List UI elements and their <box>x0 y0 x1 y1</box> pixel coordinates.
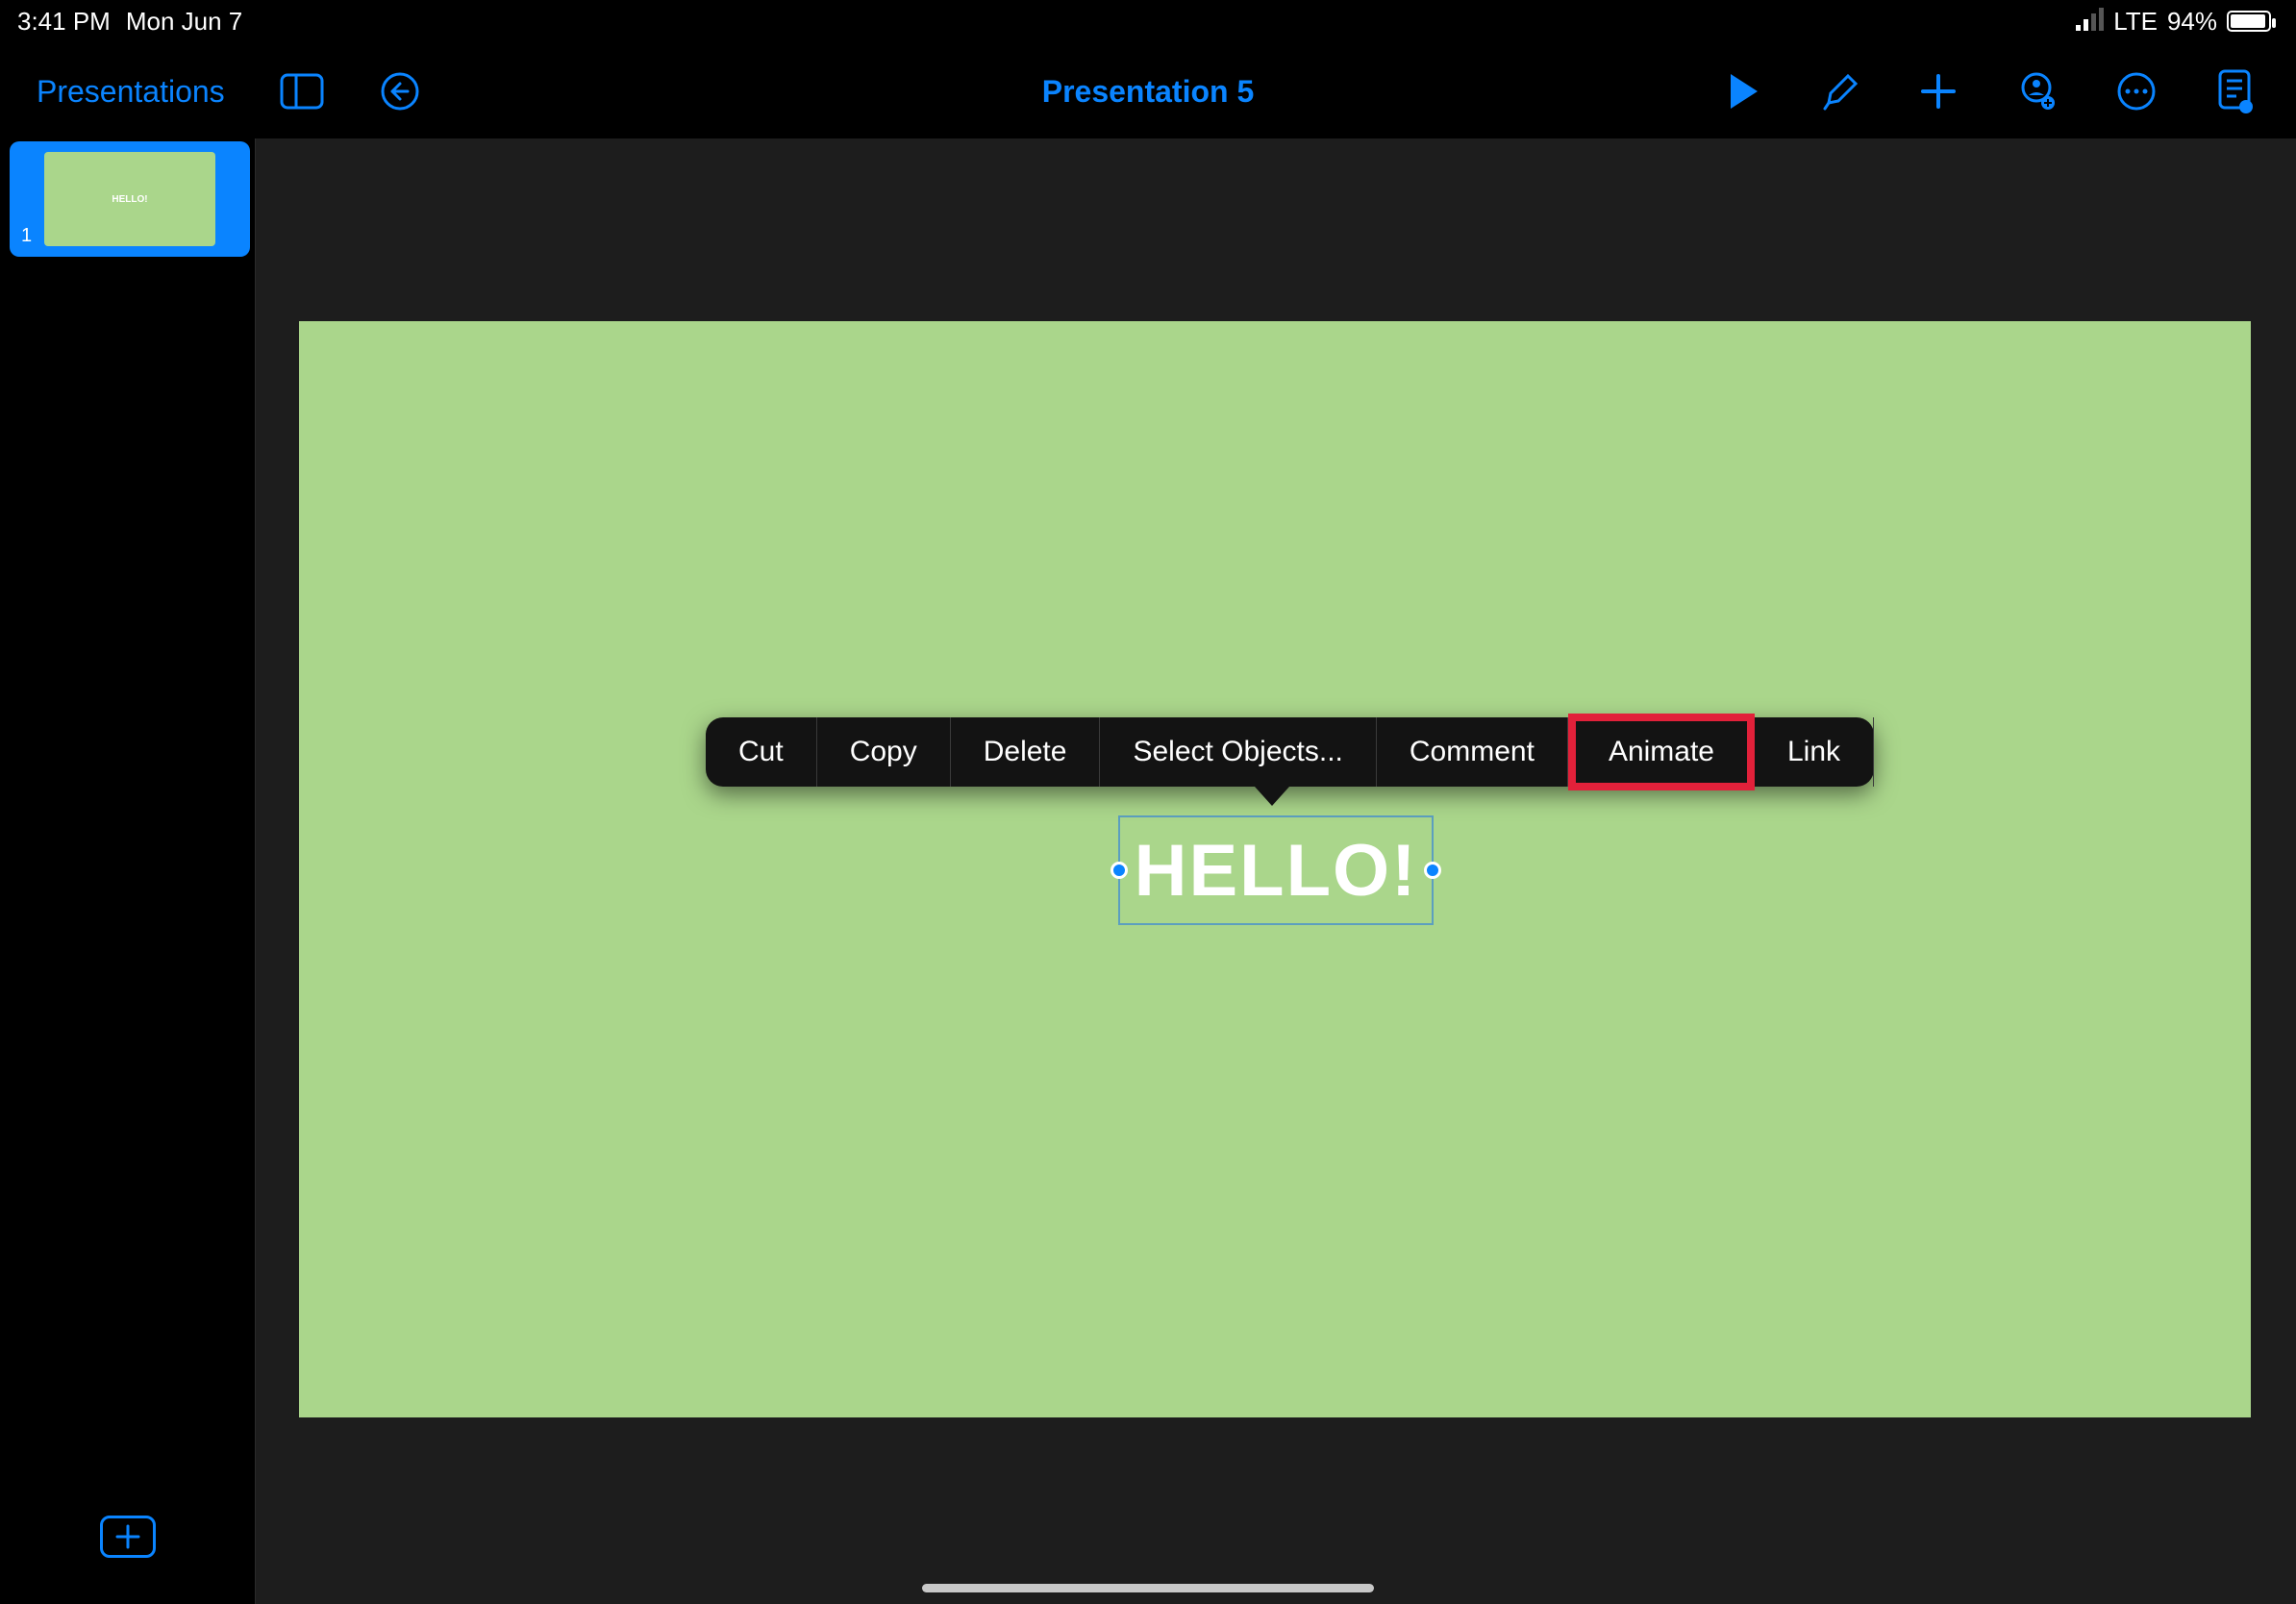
undo-icon[interactable] <box>379 70 421 113</box>
add-icon[interactable] <box>1919 72 1958 111</box>
slide-thumbnail-1[interactable]: 1 HELLO! <box>10 141 250 257</box>
home-indicator[interactable] <box>922 1584 1374 1592</box>
more-icon[interactable] <box>2115 70 2158 113</box>
context-menu: Cut Copy Delete Select Objects... Commen… <box>706 717 1874 787</box>
play-icon[interactable] <box>1727 72 1761 111</box>
context-menu-copy[interactable]: Copy <box>817 717 951 787</box>
battery-percent: 94% <box>2167 7 2217 37</box>
sidebar-toggle-icon[interactable] <box>279 72 325 111</box>
context-menu-cut[interactable]: Cut <box>706 717 817 787</box>
battery-icon <box>2227 11 2271 32</box>
slide-number: 1 <box>21 225 32 247</box>
text-box-content[interactable]: HELLO! <box>1135 829 1418 913</box>
signal-icon <box>2076 12 2104 31</box>
context-menu-link[interactable]: Link <box>1755 717 1874 787</box>
collaborate-icon[interactable] <box>2015 70 2058 113</box>
document-settings-icon[interactable] <box>2215 68 2254 114</box>
format-brush-icon[interactable] <box>1819 70 1861 113</box>
add-slide-button[interactable] <box>100 1516 156 1558</box>
slide-navigator: 1 HELLO! <box>0 138 256 1604</box>
presentations-back-button[interactable]: Presentations <box>37 74 225 110</box>
selected-text-box[interactable]: HELLO! <box>1118 815 1434 925</box>
context-menu-animate[interactable]: Animate <box>1576 721 1747 783</box>
toolbar: Presentations Presentation 5 <box>0 48 2296 135</box>
selection-handle-left[interactable] <box>1111 862 1128 879</box>
context-menu-arrow-icon <box>1255 787 1289 806</box>
context-menu-comment[interactable]: Comment <box>1377 717 1568 787</box>
network-label: LTE <box>2113 7 2158 37</box>
context-menu-select-objects[interactable]: Select Objects... <box>1100 717 1376 787</box>
context-menu-delete[interactable]: Delete <box>951 717 1101 787</box>
status-time: 3:41 PM <box>17 7 111 37</box>
slide-canvas[interactable]: HELLO! Cut Copy Delete Select Objects...… <box>299 321 2251 1417</box>
slide-thumbnail-text: HELLO! <box>112 194 147 205</box>
context-menu-highlight: Animate <box>1568 714 1755 790</box>
status-bar: 3:41 PM Mon Jun 7 LTE 94% <box>0 0 2296 42</box>
status-date: Mon Jun 7 <box>126 7 242 37</box>
slide-thumbnail-preview: HELLO! <box>44 152 215 246</box>
slide-canvas-area[interactable]: HELLO! Cut Copy Delete Select Objects...… <box>256 138 2296 1604</box>
selection-handle-right[interactable] <box>1424 862 1441 879</box>
